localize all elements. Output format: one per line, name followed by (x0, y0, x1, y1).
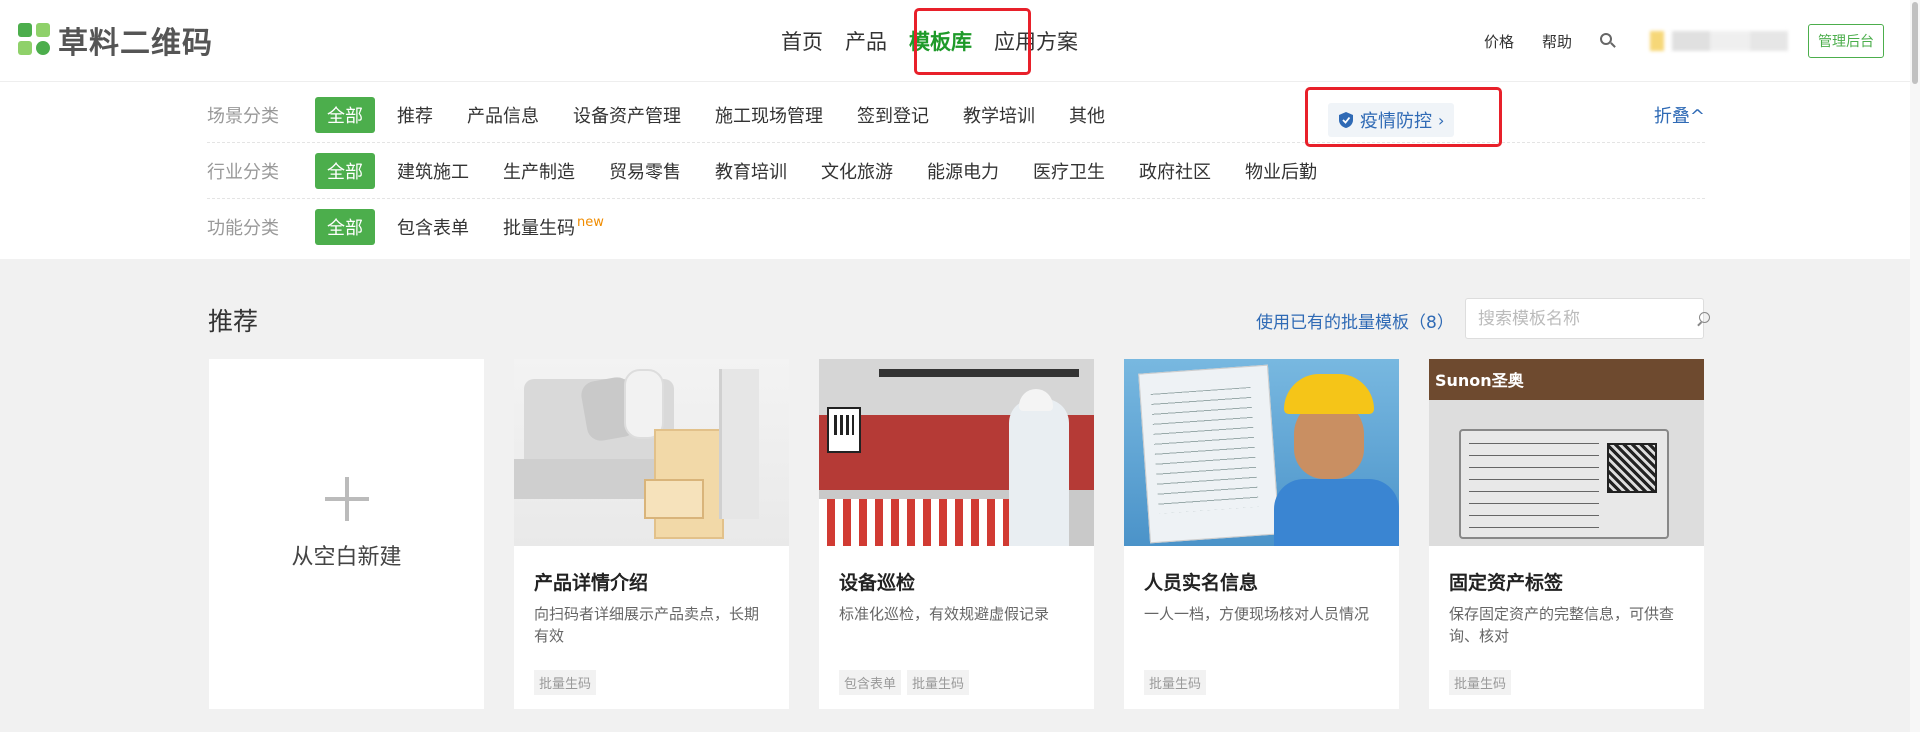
filter-option[interactable]: 其他 (1057, 97, 1117, 133)
template-search[interactable] (1465, 298, 1710, 339)
tag: 包含表单 (839, 670, 902, 695)
card-tags: 批量生码 (534, 670, 602, 695)
logo-icon (18, 23, 52, 57)
card-desc: 保存固定资产的完整信息，可供查询、核对 (1449, 605, 1675, 645)
card-desc: 一人一档，方便现场核对人员情况 (1144, 605, 1370, 623)
section-title: 推荐 (208, 307, 259, 336)
batch-template-link[interactable]: 使用已有的批量模板（8） (1256, 308, 1454, 333)
admin-button[interactable]: 管理后台 (1808, 24, 1885, 58)
filter-option[interactable]: 产品信息 (455, 97, 551, 133)
user-account[interactable] (1650, 31, 1789, 51)
card-title: 设备巡检 (839, 572, 916, 594)
highlight-box-templates (914, 8, 1031, 75)
asset-brand-text: Sunon圣奥 (1435, 371, 1524, 390)
blank-template-card[interactable]: 从空白新建 (209, 359, 484, 709)
card-image-asset-label: Sunon圣奥 (1429, 359, 1704, 546)
filter-option[interactable]: 教学培训 (951, 97, 1047, 133)
blank-card-label: 从空白新建 (291, 545, 402, 570)
top-header: 草料二维码 首页 产品 模板库 应用方案 价格 帮助 管理后台 (0, 0, 1920, 82)
template-card[interactable]: 设备巡检 标准化巡检，有效规避虚假记录 包含表单 批量生码 (819, 359, 1094, 709)
card-image-inspection (819, 359, 1094, 546)
filter-option[interactable]: 文化旅游 (809, 153, 905, 189)
filter-option[interactable]: 物业后勤 (1233, 153, 1329, 189)
card-tags: 批量生码 (1449, 670, 1517, 695)
epidemic-label: 疫情防控 (1360, 111, 1432, 132)
template-card[interactable]: 产品详情介绍 向扫码者详细展示产品卖点，长期有效 批量生码 (514, 359, 789, 709)
filter-option[interactable]: 能源电力 (915, 153, 1011, 189)
nav-products[interactable]: 产品 (834, 26, 898, 56)
template-card[interactable]: 人员实名信息 一人一档，方便现场核对人员情况 批量生码 (1124, 359, 1399, 709)
filter-label: 功能分类 (207, 218, 279, 239)
chevron-right-icon: › (1438, 110, 1445, 130)
tag: 批量生码 (534, 670, 597, 695)
card-image-identity (1124, 359, 1399, 546)
card-title: 人员实名信息 (1144, 572, 1259, 594)
filter-row-scene: 场景分类 全部 推荐 产品信息 设备资产管理 施工现场管理 签到登记 教学培训 … (207, 87, 1705, 147)
tag: 批量生码 (1144, 670, 1207, 695)
filter-option[interactable]: 建筑施工 (385, 153, 481, 189)
right-nav: 价格 帮助 管理后台 (1484, 0, 1885, 82)
search-icon[interactable] (1600, 33, 1616, 49)
filter-option[interactable]: 施工现场管理 (703, 97, 835, 133)
filter-option[interactable]: 推荐 (385, 97, 445, 133)
filter-option[interactable]: 生产制造 (491, 153, 587, 189)
card-tags: 批量生码 (1144, 670, 1212, 695)
filter-option[interactable]: 医疗卫生 (1021, 153, 1117, 189)
filter-option[interactable]: 设备资产管理 (561, 97, 693, 133)
card-title: 产品详情介绍 (534, 572, 649, 594)
new-badge: new (577, 215, 604, 230)
filter-row-industry: 行业分类 全部 建筑施工 生产制造 贸易零售 教育培训 文化旅游 能源电力 医疗… (207, 143, 1705, 199)
shield-icon (1339, 112, 1353, 128)
filter-option[interactable]: 包含表单 (385, 209, 481, 245)
epidemic-filter[interactable]: 疫情防控 › (1328, 103, 1455, 137)
card-desc: 向扫码者详细展示产品卖点，长期有效 (534, 605, 760, 645)
tag: 批量生码 (1449, 670, 1512, 695)
filter-option[interactable]: 政府社区 (1127, 153, 1223, 189)
filter-option[interactable]: 全部 (315, 96, 375, 133)
filter-option[interactable]: 签到登记 (845, 97, 941, 133)
card-desc: 标准化巡检，有效规避虚假记录 (839, 605, 1050, 623)
scrollbar-track[interactable] (1910, 0, 1920, 732)
plus-icon (324, 477, 369, 521)
tag: 批量生码 (907, 670, 970, 695)
fold-toggle[interactable]: 折叠^ (1654, 102, 1705, 128)
filter-label: 场景分类 (207, 105, 279, 127)
search-input[interactable] (1478, 308, 1697, 329)
card-title: 固定资产标签 (1449, 572, 1564, 594)
filter-option[interactable]: 贸易零售 (597, 153, 693, 189)
logo-text: 草料二维码 (58, 26, 213, 61)
filter-option-batch[interactable]: 批量生码 new (491, 209, 616, 245)
filter-option[interactable]: 教育培训 (703, 153, 799, 189)
card-image-sofa (514, 359, 789, 546)
filter-option[interactable]: 全部 (315, 209, 375, 245)
filter-label: 行业分类 (207, 161, 279, 183)
logo[interactable]: 草料二维码 (18, 22, 213, 61)
filter-panel: 场景分类 全部 推荐 产品信息 设备资产管理 施工现场管理 签到登记 教学培训 … (0, 82, 1910, 259)
nav-home[interactable]: 首页 (770, 26, 834, 56)
filter-row-function: 功能分类 全部 包含表单 批量生码 new (207, 199, 1705, 255)
template-card[interactable]: Sunon圣奥 固定资产标签 保存固定资产的完整信息，可供查询、核对 批量生码 (1429, 359, 1704, 709)
nav-pricing[interactable]: 价格 (1484, 31, 1514, 52)
filter-option-label: 批量生码 (503, 218, 575, 239)
scrollbar-thumb[interactable] (1912, 2, 1918, 84)
filter-option[interactable]: 全部 (315, 152, 375, 189)
nav-help[interactable]: 帮助 (1542, 31, 1572, 52)
card-tags: 包含表单 批量生码 (839, 670, 975, 695)
